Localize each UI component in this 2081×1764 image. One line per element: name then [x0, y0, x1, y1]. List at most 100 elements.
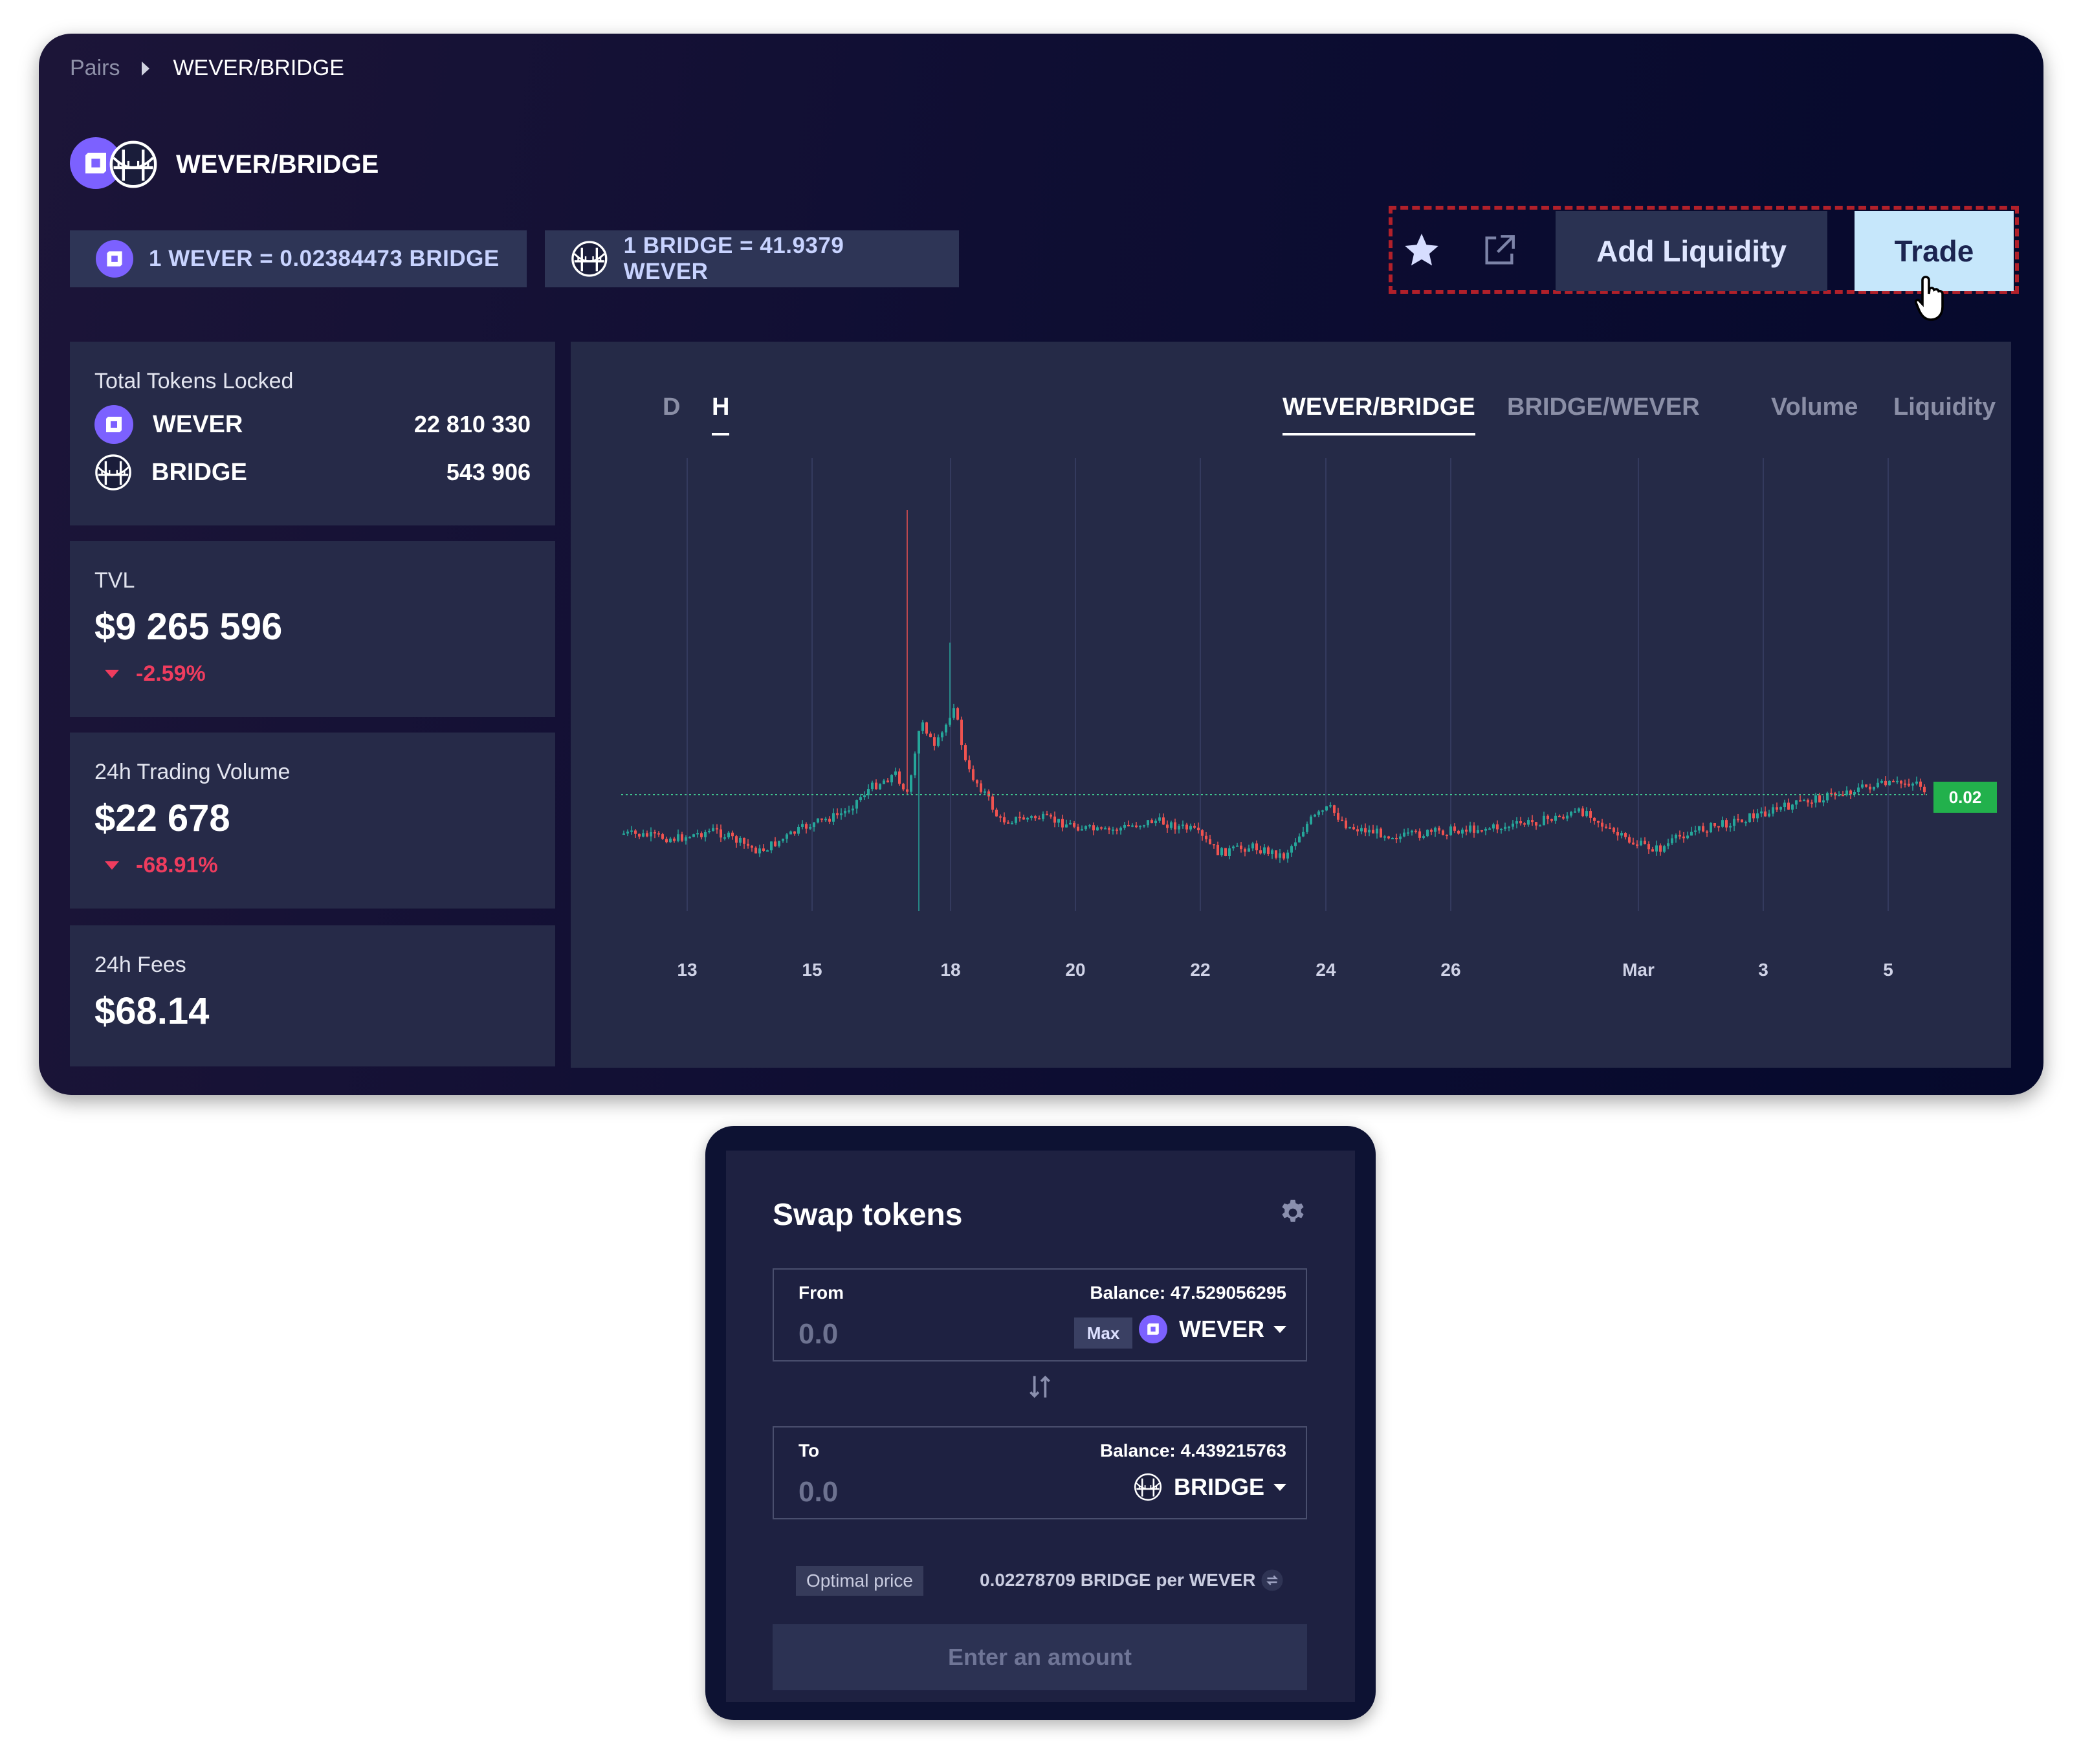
view-tab-wever-bridge[interactable]: WEVER/BRIDGE [1283, 393, 1475, 435]
candle-body [1112, 829, 1114, 831]
candle-body [1550, 819, 1553, 821]
candle-body [1399, 836, 1402, 839]
candle-body [1119, 828, 1122, 831]
max-button[interactable]: Max [1074, 1317, 1132, 1349]
candle-body [1768, 813, 1770, 817]
candle-body [1799, 800, 1801, 802]
view-tab-liquidity[interactable]: Liquidity [1893, 393, 1996, 421]
candle-body [1605, 826, 1607, 828]
candle-body [1372, 830, 1374, 834]
swap-price-text: 0.02278709 BRIDGE per WEVER [980, 1570, 1256, 1590]
favorite-button[interactable] [1394, 221, 1449, 280]
candle-body [622, 833, 625, 835]
candle-body [910, 775, 912, 792]
candle-body [1127, 824, 1130, 826]
refresh-icon[interactable] [1261, 1569, 1284, 1592]
candle-body [1403, 832, 1405, 837]
candle-body [832, 813, 835, 822]
candle-body [1228, 848, 1231, 856]
to-amount-input[interactable] [798, 1474, 1031, 1510]
from-label: From [798, 1283, 844, 1303]
candle-body [630, 830, 633, 832]
candle-body [844, 810, 846, 813]
candle-body [677, 834, 679, 841]
fees-label: 24h Fees [94, 953, 186, 977]
add-liquidity-button[interactable]: Add Liquidity [1556, 211, 1827, 291]
candle-body [685, 837, 687, 841]
candle-body [762, 848, 765, 851]
candle-body [1919, 781, 1922, 787]
candle-body [1760, 811, 1763, 813]
candle-body [1787, 802, 1790, 810]
candle-body [1644, 841, 1646, 844]
candle-body [681, 834, 683, 841]
candle-body [1364, 828, 1367, 833]
candle-body [952, 708, 955, 718]
price-chart[interactable]: 0.02 13 15 18 20 22 24 26 Mar 3 5 [571, 458, 2011, 1053]
chart-grid [687, 458, 1889, 911]
candle-body [1776, 807, 1778, 810]
timeframe-tab-d[interactable]: D [663, 393, 680, 421]
volume-card: 24h Trading Volume $22 678 -68.91% [70, 733, 555, 909]
token-name: BRIDGE [151, 458, 247, 486]
breadcrumb-pairs-link[interactable]: Pairs [70, 56, 120, 81]
rate-wever-bridge-text: 1 WEVER = 0.02384473 BRIDGE [149, 246, 500, 271]
candle-body [1733, 819, 1735, 826]
candle-body [1073, 822, 1075, 827]
token-locked-row: BRIDGE 543 906 [94, 448, 531, 496]
candle-body [987, 791, 990, 797]
swap-arrows-icon[interactable] [1024, 1371, 1056, 1403]
last-price-label: 0.02 [1949, 788, 1982, 807]
timeframe-tab-h[interactable]: H [712, 393, 730, 435]
pair-title: WEVER/BRIDGE [176, 149, 379, 179]
candle-body [1189, 826, 1192, 830]
view-tab-bridge-wever[interactable]: BRIDGE/WEVER [1507, 393, 1700, 421]
candle-body [1391, 837, 1394, 839]
candle-body [1015, 817, 1017, 823]
candle-body [1426, 830, 1429, 837]
candle-body [1842, 795, 1844, 797]
candle-body [1034, 816, 1037, 819]
candle-body [1449, 826, 1452, 835]
candle-body [1508, 826, 1510, 828]
down-arrow-icon [105, 861, 119, 870]
to-token-select[interactable]: BRIDGE [1134, 1473, 1286, 1501]
candle-body [984, 791, 986, 793]
candle-body [1640, 841, 1642, 846]
candle-body [1271, 850, 1273, 854]
candle-body [824, 819, 827, 821]
candle-body [1477, 830, 1479, 833]
gear-icon[interactable] [1277, 1197, 1308, 1228]
token-amount: 22 810 330 [413, 411, 531, 437]
candle-body [1050, 815, 1052, 817]
candle-body [1310, 816, 1312, 824]
candle-body [1046, 813, 1048, 815]
candle-body [1038, 818, 1040, 820]
candle-body [1143, 825, 1145, 827]
candle-body [778, 841, 780, 846]
candle-body [1298, 836, 1301, 843]
candle-body [1892, 780, 1895, 782]
candle-body [1446, 834, 1448, 836]
candle-body [1651, 849, 1654, 852]
candle-body [1877, 782, 1879, 788]
candle-body [801, 824, 804, 827]
swap-card: Swap tokens From Balance: 47.529056295 M… [726, 1151, 1355, 1702]
candle-body [1387, 836, 1390, 839]
candle-body [1527, 820, 1530, 825]
pair-details-panel: Pairs WEVER/BRIDGE WEVER/BRIDGE 1 WEVER … [39, 34, 2043, 1095]
candle-body [1609, 827, 1611, 829]
view-tab-volume[interactable]: Volume [1771, 393, 1858, 421]
candle-body [782, 839, 784, 841]
candle-body [1170, 822, 1173, 828]
candle-body [906, 789, 908, 792]
enter-amount-button[interactable]: Enter an amount [773, 1624, 1307, 1690]
from-amount-input[interactable] [798, 1316, 1031, 1352]
from-token-select[interactable]: WEVER [1139, 1315, 1286, 1343]
candle-body [1849, 790, 1852, 795]
candle-body [1748, 813, 1751, 822]
candle-body [1632, 843, 1635, 845]
x-tick-label: 15 [802, 960, 822, 980]
external-link-button[interactable] [1471, 221, 1527, 280]
candle-body [1162, 817, 1165, 825]
